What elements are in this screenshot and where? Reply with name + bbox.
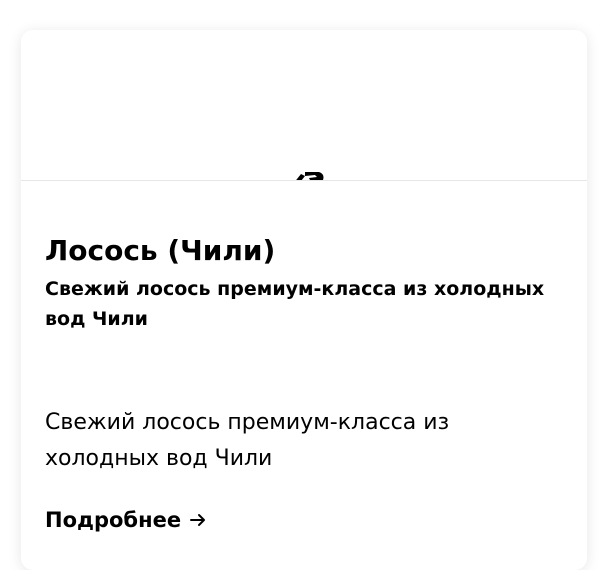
fish-icon bbox=[296, 172, 324, 180]
product-subtitle: Свежий лосось премиум-класса из холодных… bbox=[45, 278, 545, 330]
product-image bbox=[21, 30, 587, 181]
product-card: Лосось (Чили) Свежий лосось премиум-клас… bbox=[21, 30, 587, 570]
arrow-right-icon bbox=[190, 514, 206, 526]
product-title: Лосось (Чили) bbox=[45, 234, 276, 267]
more-link-label: Подробнее bbox=[45, 508, 182, 532]
product-description: Свежий лосось премиум-класса из холодных… bbox=[45, 410, 450, 471]
more-link[interactable]: Подробнее bbox=[45, 505, 207, 535]
